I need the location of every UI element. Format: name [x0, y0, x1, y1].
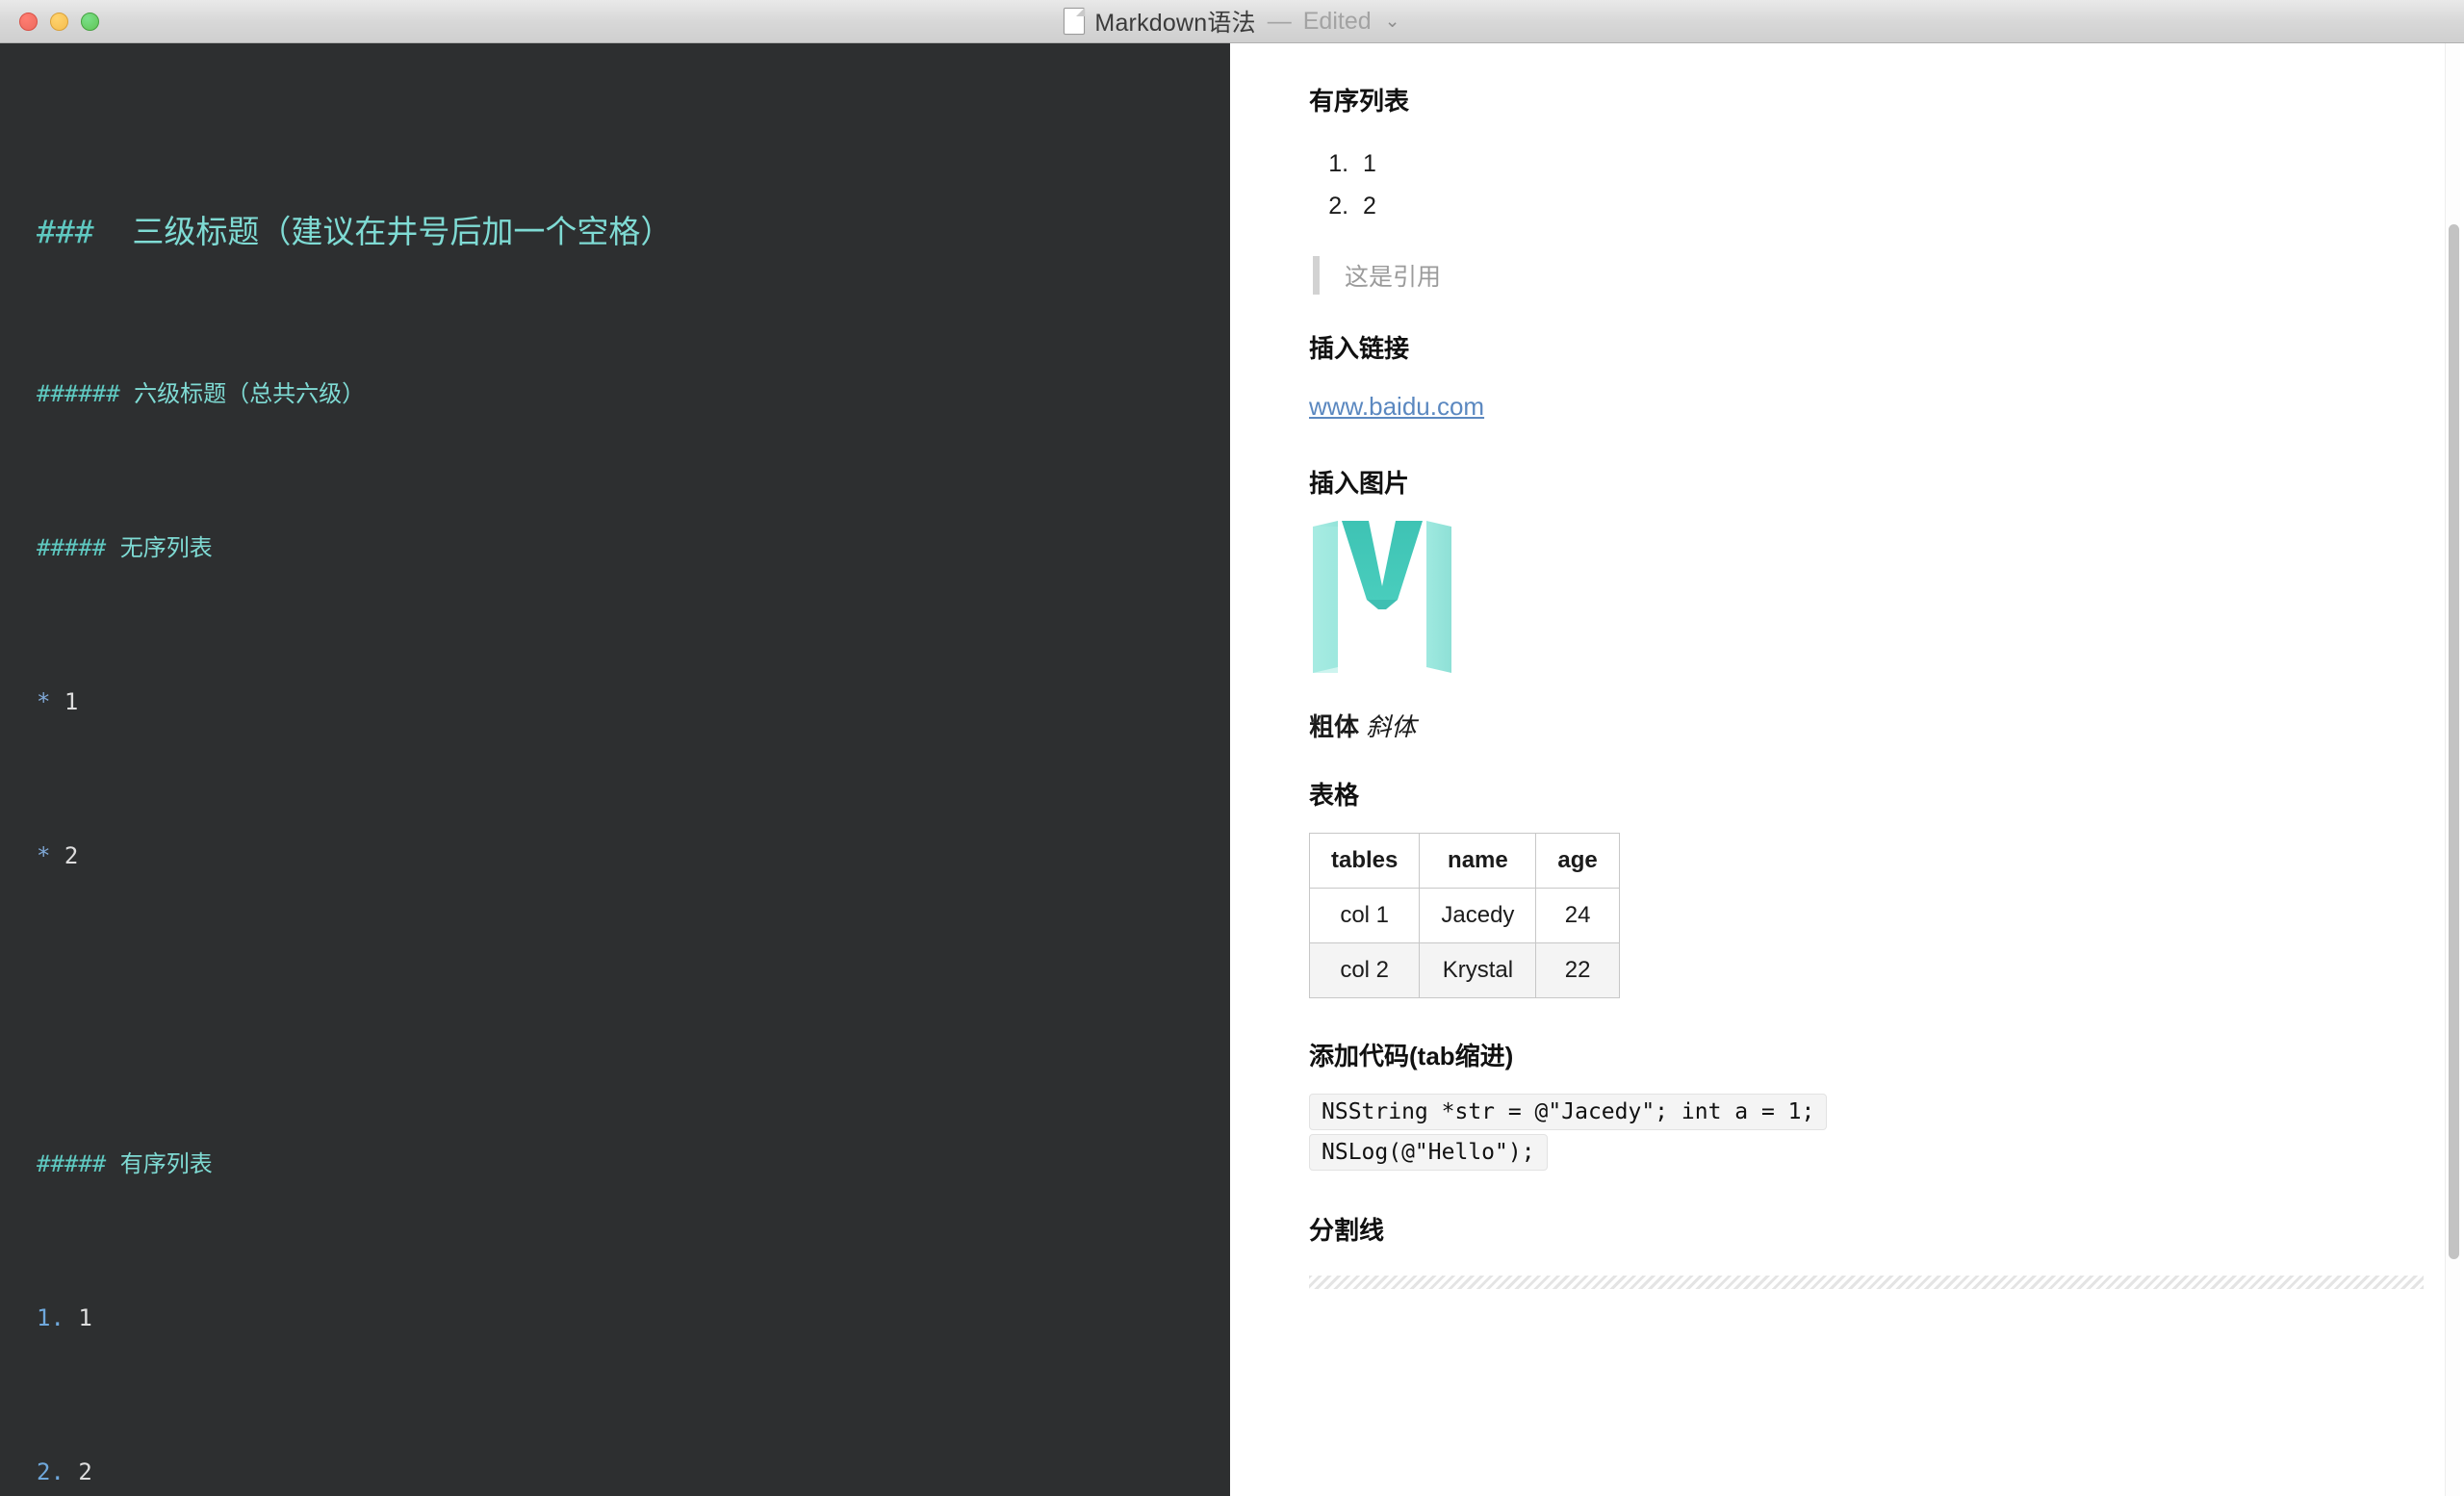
preview-scrollbar-track[interactable]	[2445, 43, 2460, 1496]
chevron-down-icon[interactable]: ⌄	[1385, 11, 1400, 33]
markdown-editor[interactable]: ### 三级标题（建议在井号后加一个空格） ###### 六级标题（总共六级） …	[0, 43, 1230, 1496]
markdown-preview[interactable]: 有序列表 1 2 这是引用 插入链接 www.baidu.com 插入图片	[1230, 43, 2464, 1496]
editor-line-ul-2: * 2	[37, 837, 1230, 875]
bullet-marker: *	[37, 688, 51, 715]
preview-heading-code: 添加代码(tab缩进)	[1309, 1042, 1514, 1070]
editor-line-h3: ### 三级标题（建议在井号后加一个空格）	[37, 205, 1230, 259]
table-cell: Jacedy	[1419, 888, 1537, 943]
document-icon	[1064, 8, 1086, 35]
ordered-marker: 2.	[37, 1458, 64, 1485]
editor-line-ol-2: 2. 2	[37, 1453, 1230, 1491]
preview-bold-text: 粗体	[1309, 712, 1360, 741]
preview-table: tables name age col 1 Jacedy 24 col 2 Kr…	[1308, 833, 1620, 998]
preview-blockquote: 这是引用	[1313, 256, 2464, 295]
heading-3-text: 三级标题（建议在井号后加一个空格）	[132, 213, 673, 250]
preview-heading-image: 插入图片	[1309, 469, 1410, 498]
preview-ordered-list: 1 2	[1342, 142, 2464, 227]
preview-heading-link: 插入链接	[1309, 334, 1410, 363]
table-cell: col 2	[1308, 942, 1421, 998]
editor-line-h5-ul: ##### 无序列表	[37, 529, 1230, 567]
list-item-text: 1	[64, 688, 79, 715]
list-item: 2	[1355, 185, 2464, 227]
preview-italic-text: 斜体	[1366, 712, 1417, 741]
heading-5-text: 无序列表	[119, 534, 213, 561]
hash-marker: #####	[37, 534, 107, 561]
editor-line-ol-1: 1. 1	[37, 1299, 1230, 1337]
heading-5-text: 有序列表	[119, 1150, 213, 1177]
maximize-window-icon[interactable]	[81, 12, 99, 31]
preview-code-line: NSString *str = @"Jacedy"; int a = 1;	[1309, 1094, 1828, 1130]
preview-code-line: NSLog(@"Hello");	[1309, 1134, 1548, 1171]
title-bar[interactable]: Markdown语法 — Edited ⌄	[0, 0, 2464, 43]
mou-logo-image	[1309, 515, 2464, 679]
title-separator: —	[1267, 7, 1292, 35]
preview-horizontal-rule	[1309, 1276, 2424, 1289]
preview-heading-hr: 分割线	[1309, 1216, 1385, 1245]
preview-bold-italic-line: 粗体 斜体	[1309, 708, 2464, 743]
app-window: Markdown语法 — Edited ⌄ ### 三级标题（建议在井号后加一个…	[0, 0, 2464, 1496]
table-cell: col 1	[1308, 888, 1421, 943]
preview-code-block: NSString *str = @"Jacedy"; int a = 1; NS…	[1309, 1092, 2464, 1173]
table-cell: 22	[1535, 942, 1620, 998]
editor-blank-line	[37, 991, 1230, 1029]
hash-marker: ###	[37, 213, 94, 250]
preview-heading-ordered-list: 有序列表	[1309, 87, 1410, 116]
editor-line-ul-1: * 1	[37, 683, 1230, 721]
table-cell: 24	[1535, 888, 1620, 943]
minimize-window-icon[interactable]	[50, 12, 68, 31]
preview-scrollbar-thumb[interactable]	[2449, 224, 2459, 1259]
list-item-text: 2	[64, 842, 79, 869]
window-title-group: Markdown语法 — Edited ⌄	[0, 0, 2464, 42]
table-row: col 2 Krystal 22	[1308, 942, 1620, 998]
list-item-text: 1	[78, 1304, 92, 1331]
table-cell: Krystal	[1419, 942, 1537, 998]
table-row: col 1 Jacedy 24	[1308, 888, 1620, 943]
ordered-marker: 1.	[37, 1304, 64, 1331]
hash-marker: #####	[37, 1150, 107, 1177]
list-item-text: 2	[78, 1458, 92, 1485]
table-header-cell: name	[1419, 833, 1537, 889]
preview-heading-table: 表格	[1309, 781, 1360, 810]
preview-link-baidu[interactable]: www.baidu.com	[1309, 392, 1484, 422]
hash-marker: ######	[37, 380, 120, 407]
editor-line-text	[94, 213, 133, 250]
split-view: ### 三级标题（建议在井号后加一个空格） ###### 六级标题（总共六级） …	[0, 43, 2464, 1496]
window-title: Markdown语法	[1094, 10, 1256, 37]
list-item: 1	[1355, 142, 2464, 185]
editor-line-h6: ###### 六级标题（总共六级）	[37, 374, 1230, 413]
close-window-icon[interactable]	[19, 12, 38, 31]
heading-6-text: 六级标题（总共六级）	[134, 380, 366, 407]
edited-status: Edited	[1302, 7, 1372, 35]
table-header-cell: age	[1535, 833, 1620, 889]
bullet-marker: *	[37, 842, 51, 869]
traffic-light-group	[19, 12, 99, 31]
table-header-cell: tables	[1308, 833, 1421, 889]
editor-line-h5-ol: ##### 有序列表	[37, 1145, 1230, 1183]
table-header-row: tables name age	[1308, 833, 1620, 889]
